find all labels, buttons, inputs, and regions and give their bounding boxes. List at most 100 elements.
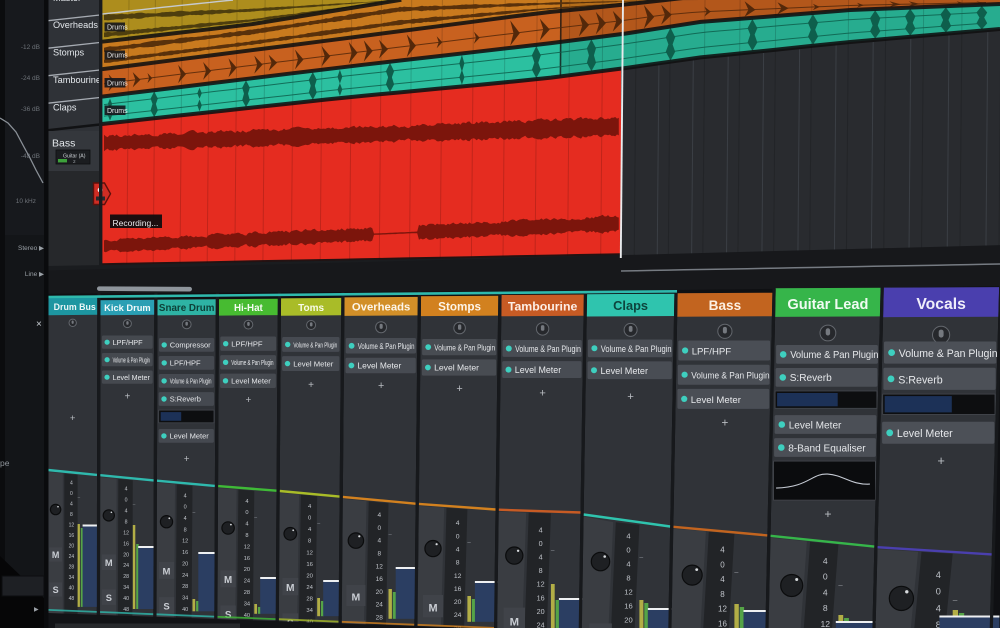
svg-text:28: 28	[244, 590, 250, 596]
svg-text:4: 4	[70, 480, 73, 486]
svg-text:4: 4	[823, 556, 828, 566]
svg-text:+: +	[246, 395, 252, 406]
svg-text:Level Meter: Level Meter	[897, 428, 953, 440]
svg-text:Drums: Drums	[107, 81, 128, 88]
svg-text:40: 40	[69, 586, 75, 592]
svg-text:M: M	[163, 567, 171, 578]
svg-text:8: 8	[70, 512, 73, 518]
svg-text:4: 4	[377, 538, 381, 545]
svg-text:34: 34	[123, 585, 129, 591]
svg-text:4: 4	[720, 546, 725, 555]
svg-text:Claps: Claps	[613, 298, 648, 313]
svg-text:0: 0	[456, 533, 460, 540]
svg-text:Vocals: Vocals	[916, 296, 966, 313]
svg-text:48: 48	[123, 607, 129, 613]
svg-text:4: 4	[539, 525, 543, 534]
svg-text:S:Reverb: S:Reverb	[790, 373, 832, 384]
svg-text:Volume & Pan Plugin: Volume & Pan Plugin	[790, 350, 878, 361]
svg-text:S: S	[53, 585, 59, 595]
svg-text:0: 0	[539, 539, 543, 548]
svg-text:8: 8	[377, 551, 381, 558]
svg-text:24: 24	[454, 612, 462, 619]
svg-text:16: 16	[306, 562, 313, 568]
svg-text:34: 34	[69, 575, 75, 581]
svg-text:Compressor: Compressor	[170, 341, 211, 350]
svg-text:Snare Drum: Snare Drum	[159, 303, 215, 314]
svg-text:0: 0	[184, 505, 187, 511]
svg-text:12: 12	[821, 619, 831, 628]
svg-text:+: +	[308, 380, 314, 391]
svg-text:Level Meter: Level Meter	[231, 377, 271, 386]
svg-text:20: 20	[306, 573, 313, 579]
svg-text:40: 40	[123, 596, 129, 602]
svg-text:+: +	[539, 388, 545, 400]
svg-text:Stereo ▶: Stereo ▶	[18, 245, 45, 252]
svg-text:Volume & Pan Plugin: Volume & Pan Plugin	[293, 341, 337, 350]
svg-text:16: 16	[244, 556, 250, 562]
svg-text:S:Reverb: S:Reverb	[170, 395, 201, 404]
svg-text:16: 16	[69, 533, 75, 539]
svg-text:28: 28	[182, 584, 188, 590]
svg-text:Volume & Pan Plugin: Volume & Pan Plugin	[691, 371, 769, 382]
svg-text:20: 20	[69, 543, 75, 549]
svg-text:8: 8	[125, 519, 128, 525]
svg-text:M: M	[52, 550, 60, 560]
svg-text:8: 8	[245, 533, 248, 539]
svg-text:Level Meter: Level Meter	[601, 366, 649, 376]
svg-text:M: M	[105, 558, 113, 568]
svg-text:Toms: Toms	[298, 303, 324, 314]
svg-text:S: S	[106, 593, 112, 603]
svg-text:16: 16	[624, 602, 632, 611]
svg-text:Level Meter: Level Meter	[434, 363, 479, 373]
svg-text:LPF/HPF: LPF/HPF	[692, 347, 732, 358]
svg-text:Volume & Pan Plugin: Volume & Pan Plugin	[170, 377, 212, 386]
svg-text:20: 20	[537, 607, 545, 616]
svg-text:–: –	[953, 595, 958, 605]
svg-text:M: M	[510, 616, 519, 628]
svg-text:Stomps: Stomps	[53, 48, 85, 58]
svg-text:–: –	[193, 509, 196, 515]
svg-text:Volume & Pan Plugin: Volume & Pan Plugin	[434, 342, 495, 352]
svg-text:0: 0	[936, 587, 941, 597]
svg-text:+: +	[721, 417, 728, 430]
svg-text:28: 28	[69, 565, 75, 571]
svg-text:16: 16	[123, 541, 129, 547]
svg-text:4: 4	[245, 522, 248, 528]
svg-text:–: –	[254, 515, 257, 521]
svg-text:M: M	[428, 603, 437, 615]
svg-text:24: 24	[182, 573, 188, 579]
svg-text:4: 4	[125, 487, 128, 493]
svg-text:28: 28	[306, 596, 313, 602]
svg-text:8: 8	[626, 574, 630, 583]
svg-text:Level Meter: Level Meter	[515, 365, 561, 375]
svg-text:4: 4	[184, 516, 187, 522]
svg-text:12: 12	[123, 530, 129, 536]
svg-text:–: –	[133, 502, 136, 507]
svg-text:LPF/HPF: LPF/HPF	[170, 359, 201, 368]
svg-text:16: 16	[537, 593, 545, 602]
svg-text:12: 12	[537, 580, 545, 589]
svg-text:4: 4	[184, 493, 187, 499]
svg-text:Level Meter: Level Meter	[789, 420, 842, 431]
svg-text:Bass: Bass	[709, 298, 742, 313]
svg-text:12: 12	[624, 588, 632, 597]
svg-text:Drums: Drums	[107, 25, 128, 32]
svg-text:24: 24	[376, 602, 384, 609]
svg-text:Volume & Pan Plugin: Volume & Pan Plugin	[113, 355, 150, 364]
svg-text:24: 24	[123, 563, 129, 569]
svg-text:+: +	[125, 392, 131, 403]
svg-text:24: 24	[306, 585, 313, 591]
svg-text:+: +	[824, 507, 831, 521]
svg-text:4: 4	[936, 570, 941, 580]
svg-text:8: 8	[539, 566, 543, 575]
svg-text:28: 28	[123, 574, 129, 580]
svg-text:16: 16	[376, 576, 384, 583]
svg-text:Tambourine: Tambourine	[508, 299, 578, 313]
svg-text:12: 12	[182, 539, 188, 545]
svg-text:Level Meter: Level Meter	[358, 361, 402, 371]
svg-text:Stomps: Stomps	[438, 301, 481, 314]
svg-text:–: –	[317, 521, 320, 527]
svg-text:+: +	[184, 454, 190, 465]
svg-text:4: 4	[720, 575, 725, 584]
svg-text:20: 20	[182, 561, 188, 567]
